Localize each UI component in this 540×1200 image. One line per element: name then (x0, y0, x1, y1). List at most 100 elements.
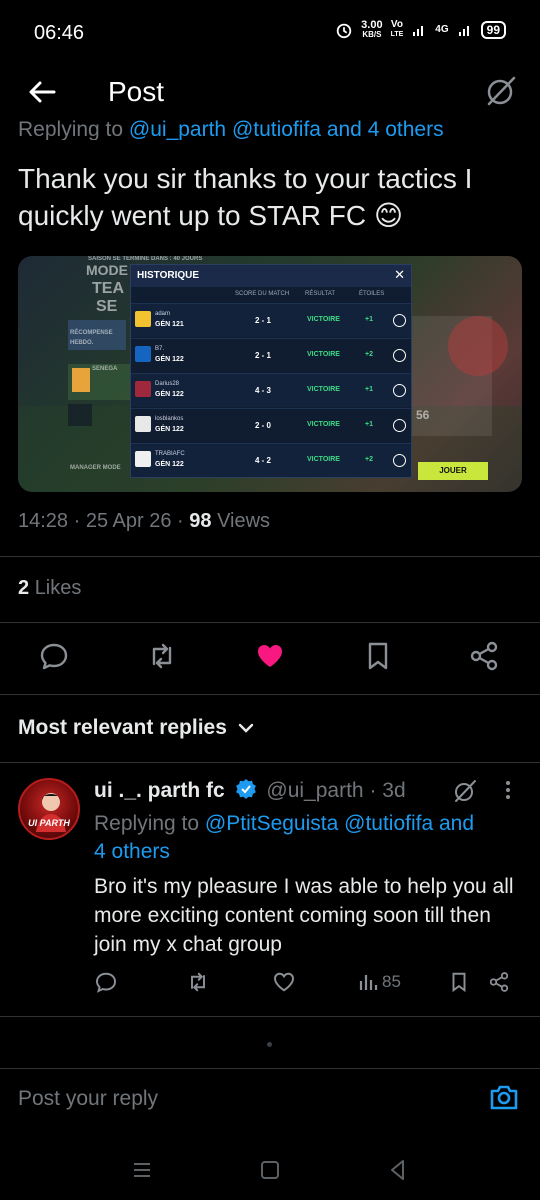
volte-indicator: Vo LTE (390, 19, 404, 39)
expand-circle-icon (393, 419, 406, 432)
verified-badge-icon (235, 779, 256, 799)
reply-actions: 85 (0, 970, 540, 1000)
network-speed: 3.00 KB/S (361, 19, 383, 40)
match-row: TRABIAFC GÉN 122 4 - 2 VICTOIRE +2 (131, 443, 411, 477)
reply-author-name[interactable]: ui ._. parth fc (94, 779, 225, 802)
replies-sort-dropdown[interactable]: Most relevant replies (18, 716, 255, 740)
system-nav-bar (0, 1144, 540, 1200)
divider (0, 622, 540, 623)
match-result: VICTOIRE (307, 316, 340, 323)
reply-replying-others[interactable]: 4 others (94, 840, 170, 863)
replying-others[interactable]: and 4 others (321, 118, 444, 140)
reply-item[interactable]: UI PARTH ui ._. parth fc @ui_parth · 3d … (0, 770, 540, 1010)
alarm-icon (336, 23, 352, 39)
reply-replying-mentions[interactable]: @PtitSeguista @tutiofifa (205, 812, 433, 835)
match-stars: +2 (365, 351, 373, 358)
bg-number-text: 56 (416, 408, 430, 422)
historique-title: HISTORIQUE (137, 270, 200, 281)
bookmark-button[interactable] (362, 640, 394, 672)
likes-count: 2 (18, 577, 30, 599)
reply-bookmark-button[interactable] (448, 970, 470, 994)
match-stars: +1 (365, 386, 373, 393)
reply-views-count: 85 (382, 972, 401, 991)
likes-summary[interactable]: 2 Likes (18, 577, 81, 600)
opponent-name: adam (155, 311, 171, 317)
likes-label: Likes (34, 577, 82, 599)
camera-icon[interactable] (488, 1081, 520, 1113)
reply-views[interactable]: 85 (358, 970, 401, 994)
like-button[interactable] (254, 640, 286, 672)
match-score: 2 - 1 (255, 316, 272, 325)
opponent-gen: GÉN 122 (155, 426, 184, 433)
reply-like-button[interactable] (272, 970, 296, 994)
repost-button[interactable] (146, 640, 178, 672)
loading-dot (267, 1042, 272, 1047)
bg-team-text: TEA (92, 280, 124, 297)
opponent-gen: GÉN 121 (155, 321, 184, 328)
reply-reply-button[interactable] (94, 970, 118, 994)
reply-replying-suffix[interactable]: and (433, 812, 474, 835)
grok-icon[interactable] (452, 778, 478, 804)
reply-handle: @ui_parth (266, 779, 364, 802)
opponent-gen: GÉN 122 (155, 356, 184, 363)
opponent-gen: GÉN 122 (155, 461, 184, 468)
match-row: adam GÉN 121 2 - 1 VICTOIRE +1 (131, 303, 411, 337)
reply-input[interactable]: Post your reply (18, 1087, 158, 1111)
back-icon[interactable] (386, 1158, 410, 1182)
divider (0, 556, 540, 557)
reply-share-button[interactable] (488, 970, 510, 994)
match-stars: +1 (365, 316, 373, 323)
reply-repost-button[interactable] (186, 970, 210, 994)
tweet-media-image[interactable]: SAISON SE TERMINE DANS : 40 JOURS MODE T… (18, 256, 522, 492)
expand-circle-icon (393, 314, 406, 327)
top-bar: Post (0, 64, 540, 122)
heart-icon (274, 972, 294, 992)
chevron-down-icon (238, 723, 254, 733)
home-icon[interactable] (258, 1158, 282, 1182)
match-result: VICTOIRE (307, 386, 340, 393)
match-result: VICTOIRE (307, 351, 340, 358)
bg-manager-text: MANAGER MODE (70, 465, 121, 471)
share-button[interactable] (468, 640, 500, 672)
back-arrow-icon[interactable] (26, 76, 58, 108)
match-score: 2 - 0 (255, 421, 272, 430)
expand-circle-icon (393, 349, 406, 362)
reply-age: 3d (382, 779, 406, 802)
club-badge-icon (135, 381, 151, 397)
share-icon (489, 972, 509, 992)
status-icons: 3.00 KB/S Vo LTE 4G 99 (335, 20, 506, 40)
historique-rows: adam GÉN 121 2 - 1 VICTOIRE +1 B7. GÉN 122 2 - … (131, 303, 411, 479)
signal-icon (413, 26, 424, 36)
recent-apps-icon[interactable] (130, 1158, 154, 1182)
tweet-actions (0, 640, 540, 676)
network-type: 4G (435, 24, 449, 35)
divider (0, 762, 540, 763)
opponent-name: TRABIAFC (155, 451, 185, 457)
reply-replying-to: Replying to @PtitSeguista @tutiofifa and… (94, 810, 524, 866)
expand-circle-icon (393, 454, 406, 467)
avatar-label: UI PARTH (28, 818, 70, 828)
grok-icon[interactable] (484, 74, 518, 108)
match-score: 4 - 2 (255, 456, 272, 465)
bg-senega-text: SENEGA (92, 366, 118, 372)
comment-icon (96, 972, 116, 993)
reply-button[interactable] (38, 640, 70, 672)
replying-mentions[interactable]: @ui_parth @tutiofifa (129, 118, 321, 140)
match-result: VICTOIRE (307, 421, 340, 428)
more-options-icon[interactable] (498, 780, 518, 800)
opponent-name: B7. (155, 346, 165, 352)
bg-mode-text: MODE (86, 262, 128, 278)
match-row: B7. GÉN 122 2 - 1 VICTOIRE +2 (131, 338, 411, 372)
analytics-icon (359, 975, 378, 990)
bg-se-text: SE (96, 298, 118, 315)
replying-to: Replying to @ui_parth @tutiofifa and 4 o… (18, 118, 444, 140)
avatar[interactable]: UI PARTH (18, 778, 80, 840)
tweet-date: 25 Apr 26 (85, 510, 172, 532)
status-bar: 06:46 3.00 KB/S Vo LTE 4G 99 (0, 0, 540, 64)
divider (0, 694, 540, 695)
tweet-time: 14:28 (18, 510, 69, 532)
column-stars: ÉTOILES (359, 291, 385, 297)
historique-columns: SCORE DU MATCH RÉSULTAT ÉTOILES (131, 291, 411, 301)
separator-dot: · (369, 779, 383, 802)
opponent-gen: GÉN 122 (155, 391, 184, 398)
